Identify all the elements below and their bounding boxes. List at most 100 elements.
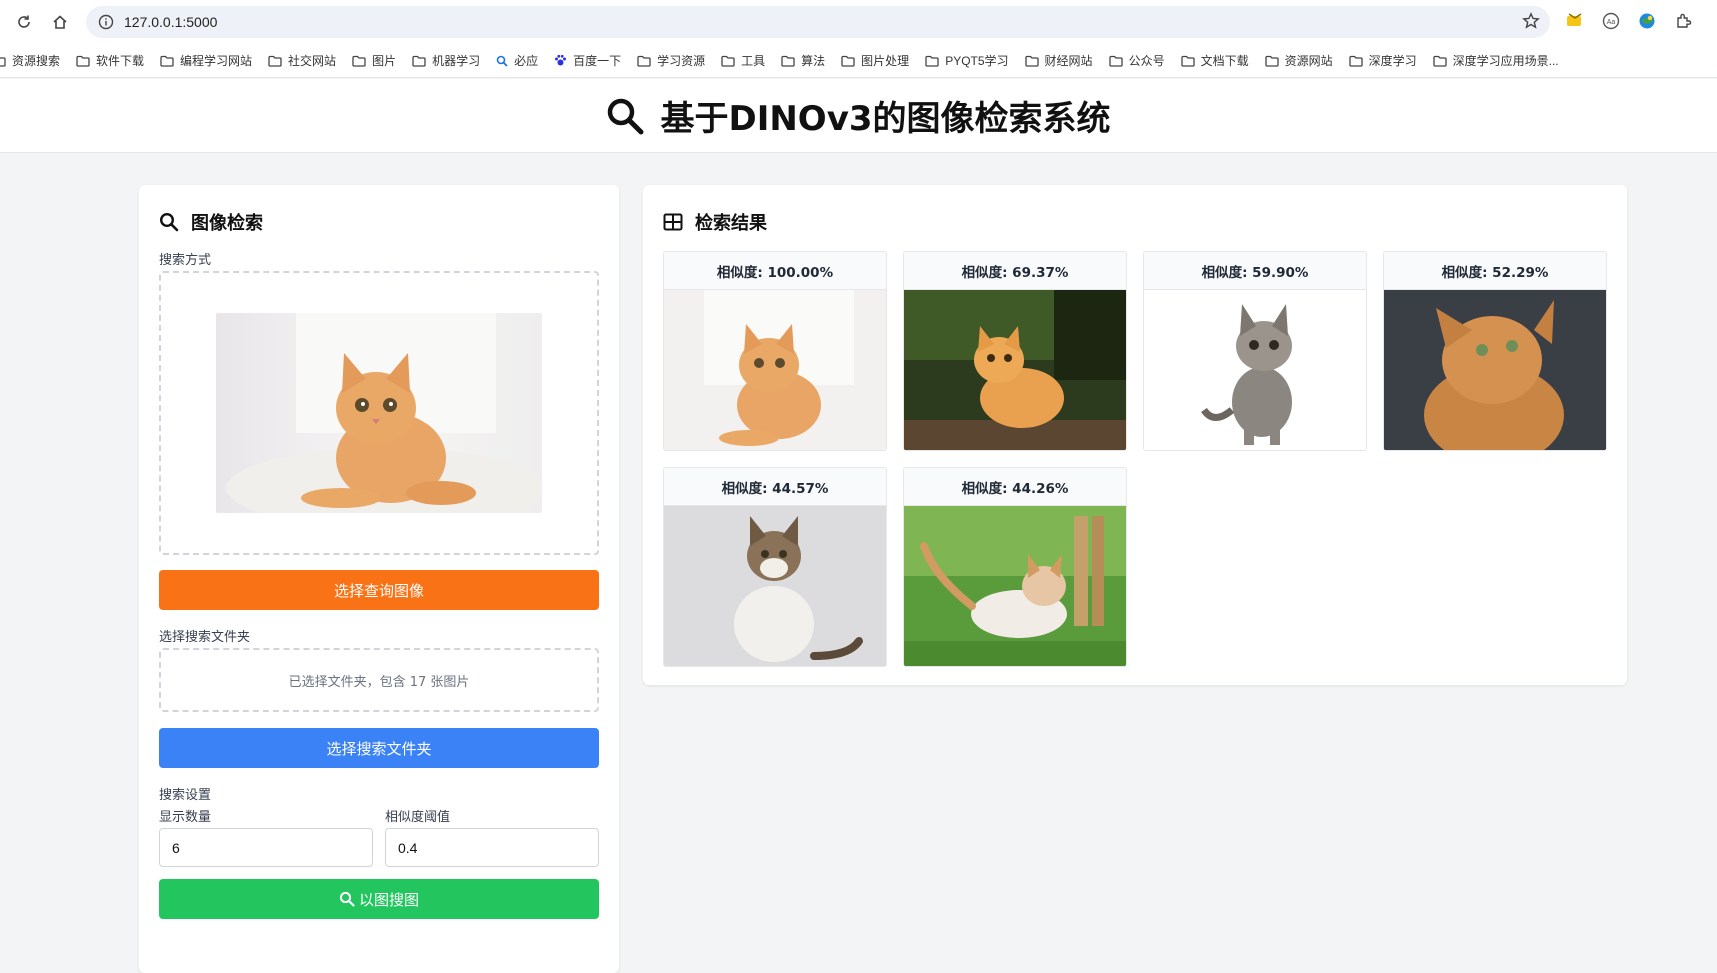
- bookmark-item[interactable]: 财经网站: [1024, 52, 1093, 69]
- count-input[interactable]: [159, 828, 373, 867]
- bookmark-label: 财经网站: [1044, 54, 1093, 68]
- settings-row: 显示数量 相似度阈值: [159, 806, 599, 867]
- search-mode-label: 搜索方式: [159, 253, 212, 268]
- folder-dropzone[interactable]: 已选择文件夹，包含 17 张图片: [159, 648, 599, 712]
- results-panel: 检索结果 相似度: 100.00% 相似度: 69.37% 相似度: 59.90…: [643, 185, 1627, 685]
- result-card[interactable]: 相似度: 59.90%: [1143, 251, 1367, 451]
- bookmark-label: 编程学习网站: [180, 54, 253, 68]
- image-search-label: 以图搜图: [358, 891, 419, 909]
- page-header: 基于DINOv3的图像检索系统: [0, 79, 1717, 153]
- image-search-button[interactable]: 以图搜图: [159, 879, 599, 919]
- site-info-icon[interactable]: [98, 14, 114, 30]
- bookmark-item[interactable]: 工具: [721, 52, 765, 69]
- bookmark-item[interactable]: 图片处理: [841, 52, 909, 69]
- bookmark-item[interactable]: 学习资源: [637, 52, 705, 69]
- query-image-dropzone[interactable]: [159, 271, 599, 555]
- extensions-puzzle-icon[interactable]: [1673, 10, 1695, 32]
- paw-icon: [554, 54, 573, 67]
- folder-icon: [1180, 55, 1201, 67]
- bookmark-item[interactable]: 深度学习: [1348, 52, 1417, 69]
- result-card[interactable]: 相似度: 100.00%: [663, 251, 887, 451]
- bookmark-label: 软件下载: [96, 54, 145, 68]
- bookmark-item[interactable]: 社交网站: [268, 52, 336, 69]
- page-title: 基于DINOv3的图像检索系统: [606, 91, 1111, 140]
- bookmark-item[interactable]: 算法: [781, 52, 825, 69]
- settings-label: 搜索设置: [159, 788, 212, 803]
- bookmark-item[interactable]: 公众号: [1108, 52, 1165, 69]
- threshold-field: 相似度阈值: [385, 806, 599, 867]
- folder-icon: [925, 55, 945, 67]
- search-icon: [159, 212, 179, 232]
- result-image: [1384, 290, 1606, 450]
- folder-icon: [352, 55, 372, 67]
- bookmark-item[interactable]: 深度学习应用场景...: [1432, 52, 1559, 69]
- count-label: 显示数量: [159, 810, 212, 825]
- result-card[interactable]: 相似度: 69.37%: [903, 251, 1127, 451]
- result-card[interactable]: 相似度: 44.57%: [663, 467, 887, 667]
- bookmark-item[interactable]: 资源网站: [1264, 52, 1333, 69]
- bookmark-star-icon[interactable]: [1522, 12, 1540, 34]
- search-panel-title: 图像检索: [159, 207, 599, 237]
- select-folder-button[interactable]: 选择搜索文件夹: [159, 728, 599, 768]
- bookmark-item[interactable]: 图片: [352, 52, 396, 69]
- threshold-label: 相似度阈值: [385, 810, 451, 825]
- bookmark-item[interactable]: PYQT5学习: [925, 52, 1009, 69]
- folder-icon: [781, 55, 801, 67]
- bookmark-label: 必应: [514, 54, 539, 68]
- similarity-label: 相似度: 52.29%: [1384, 252, 1606, 290]
- bookmark-label: 深度学习: [1368, 54, 1417, 68]
- browser-toolbar: 127.0.0.1:5000 Aa: [0, 0, 1717, 44]
- bookmark-label: 算法: [801, 54, 826, 68]
- bookmark-item[interactable]: 百度一下: [554, 52, 621, 69]
- reload-icon[interactable]: [12, 10, 36, 34]
- select-query-image-button[interactable]: 选择查询图像: [159, 570, 599, 610]
- bookmark-label: 学习资源: [657, 54, 706, 68]
- bookmark-label: 资源搜索: [12, 54, 61, 68]
- threshold-input[interactable]: [385, 828, 599, 867]
- folder-icon: [268, 55, 288, 67]
- result-card[interactable]: 相似度: 44.26%: [903, 467, 1127, 667]
- bookmark-label: 机器学习: [432, 54, 481, 68]
- folder-icon: [0, 55, 12, 67]
- result-image: [664, 290, 886, 450]
- similarity-label: 相似度: 59.90%: [1144, 252, 1366, 290]
- bookmark-label: 深度学习应用场景...: [1452, 54, 1559, 68]
- extension-icon-2[interactable]: Aa: [1600, 10, 1622, 32]
- folder-icon: [412, 55, 432, 67]
- results-panel-title: 检索结果: [663, 207, 1607, 237]
- page-title-text: 基于DINOv3的图像检索系统: [660, 99, 1111, 139]
- address-bar[interactable]: 127.0.0.1:5000: [86, 6, 1550, 38]
- folder-status: 已选择文件夹，包含 17 张图片: [288, 674, 470, 690]
- extension-icon-3[interactable]: [1636, 10, 1658, 32]
- bookmark-label: 社交网站: [288, 54, 337, 68]
- result-image: [1144, 290, 1366, 450]
- extension-icon-1[interactable]: [1564, 10, 1586, 32]
- bookmark-item[interactable]: 必应: [496, 52, 538, 69]
- similarity-label: 相似度: 100.00%: [664, 252, 886, 290]
- home-icon[interactable]: [48, 10, 72, 34]
- bookmark-label: 公众号: [1128, 54, 1165, 68]
- folder-icon: [76, 55, 96, 67]
- bookmark-item[interactable]: 文档下载: [1180, 52, 1249, 69]
- folder-icon: [721, 55, 741, 67]
- query-image-preview: [216, 313, 542, 513]
- bookmark-item[interactable]: 软件下载: [76, 52, 144, 69]
- bookmark-label: 图片处理: [861, 54, 910, 68]
- search-icon: [496, 55, 514, 67]
- count-field: 显示数量: [159, 806, 373, 867]
- bookmark-item[interactable]: 编程学习网站: [160, 52, 252, 69]
- bookmark-item[interactable]: 资源搜索: [0, 52, 60, 69]
- grid-icon: [663, 213, 683, 231]
- similarity-label: 相似度: 44.26%: [904, 468, 1126, 506]
- bookmark-label: 图片: [372, 54, 397, 68]
- url-text: 127.0.0.1:5000: [124, 14, 218, 30]
- result-card[interactable]: 相似度: 52.29%: [1383, 251, 1607, 451]
- result-image: [904, 290, 1126, 450]
- search-icon: [339, 891, 355, 907]
- folder-icon: [841, 55, 861, 67]
- bookmark-item[interactable]: 机器学习: [412, 52, 480, 69]
- bookmark-label: 资源网站: [1284, 54, 1333, 68]
- folder-icon: [1432, 55, 1453, 67]
- folder-label: 选择搜索文件夹: [159, 630, 251, 645]
- search-panel: 图像检索 搜索方式 选择查询图像 选择搜索文件夹 已选择文件夹，包含 17 张图…: [139, 185, 619, 973]
